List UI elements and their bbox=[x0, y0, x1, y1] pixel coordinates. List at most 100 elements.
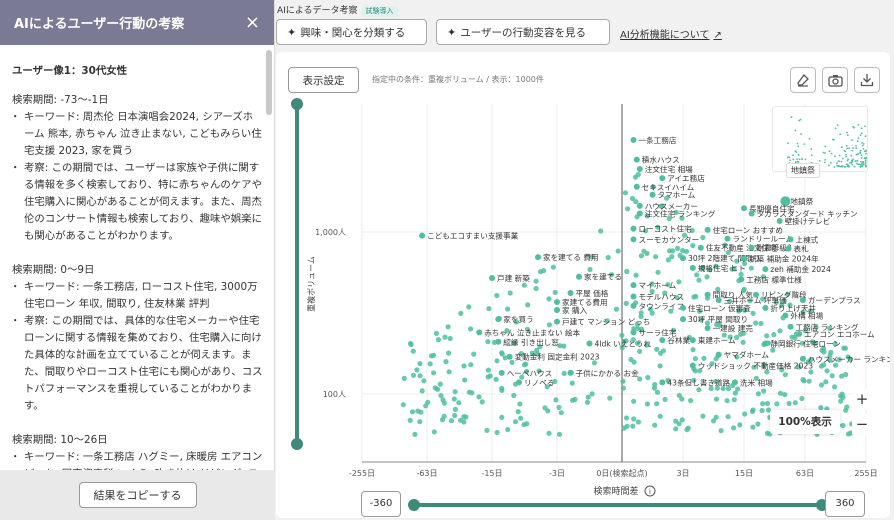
data-point[interactable] bbox=[556, 431, 563, 437]
data-point[interactable] bbox=[840, 394, 846, 400]
data-point[interactable] bbox=[749, 408, 756, 414]
data-point[interactable] bbox=[782, 392, 788, 398]
data-point[interactable] bbox=[759, 407, 765, 414]
data-point[interactable] bbox=[446, 350, 452, 356]
data-point[interactable] bbox=[493, 376, 499, 382]
data-point[interactable] bbox=[758, 320, 764, 327]
data-point[interactable] bbox=[692, 356, 698, 362]
data-point[interactable] bbox=[696, 277, 702, 283]
data-point[interactable] bbox=[619, 332, 625, 338]
data-point[interactable] bbox=[631, 398, 637, 404]
data-point[interactable] bbox=[680, 304, 686, 311]
data-point[interactable] bbox=[561, 370, 567, 376]
data-point[interactable] bbox=[624, 268, 630, 275]
about-ai-link[interactable]: AI分析機能について ↗ bbox=[620, 26, 722, 41]
time-slider-min-handle[interactable] bbox=[408, 499, 420, 511]
data-point[interactable] bbox=[567, 290, 574, 296]
data-point[interactable] bbox=[441, 400, 447, 406]
data-point[interactable] bbox=[613, 306, 620, 312]
data-point[interactable] bbox=[443, 359, 449, 365]
minimap[interactable] bbox=[772, 106, 868, 172]
data-point[interactable] bbox=[633, 183, 640, 190]
classify-interests-button[interactable]: ✦ 興味・関心を分類する bbox=[276, 19, 427, 45]
data-point[interactable] bbox=[630, 282, 637, 289]
data-point[interactable] bbox=[630, 302, 637, 309]
data-point[interactable] bbox=[701, 355, 707, 361]
data-point[interactable] bbox=[641, 248, 647, 254]
data-point[interactable] bbox=[499, 351, 505, 357]
data-point[interactable] bbox=[624, 423, 630, 429]
data-point[interactable] bbox=[476, 394, 482, 400]
data-point[interactable] bbox=[748, 210, 755, 217]
volume-slider-min-handle[interactable] bbox=[291, 438, 303, 450]
data-point[interactable] bbox=[471, 351, 477, 357]
download-button[interactable] bbox=[854, 67, 880, 93]
data-point[interactable] bbox=[841, 345, 847, 351]
data-point[interactable] bbox=[489, 275, 495, 281]
time-range-max-field[interactable]: 360 bbox=[825, 491, 865, 517]
data-point[interactable] bbox=[554, 307, 560, 313]
data-point[interactable] bbox=[521, 282, 527, 288]
data-point[interactable] bbox=[689, 337, 696, 344]
data-point[interactable] bbox=[442, 334, 448, 340]
data-point[interactable] bbox=[516, 379, 522, 386]
data-point[interactable] bbox=[704, 226, 711, 233]
data-point[interactable] bbox=[700, 234, 706, 241]
data-point[interactable] bbox=[499, 385, 505, 391]
data-point[interactable] bbox=[669, 254, 675, 260]
data-point[interactable] bbox=[630, 137, 637, 143]
data-point[interactable] bbox=[776, 218, 783, 224]
data-point[interactable] bbox=[724, 235, 731, 242]
data-point[interactable] bbox=[748, 265, 754, 271]
data-point[interactable] bbox=[535, 254, 541, 261]
data-point[interactable] bbox=[448, 418, 455, 424]
data-point[interactable] bbox=[485, 374, 491, 380]
data-point[interactable] bbox=[554, 299, 560, 305]
data-point[interactable] bbox=[675, 245, 681, 251]
data-point[interactable] bbox=[452, 406, 458, 412]
data-point[interactable] bbox=[636, 166, 643, 172]
data-point[interactable] bbox=[438, 392, 444, 399]
volume-range-slider[interactable] bbox=[295, 104, 299, 444]
data-point[interactable] bbox=[679, 396, 685, 402]
data-point[interactable] bbox=[649, 191, 656, 198]
data-point[interactable] bbox=[525, 302, 531, 308]
data-point[interactable] bbox=[623, 300, 629, 306]
data-point[interactable] bbox=[630, 225, 637, 232]
data-point[interactable] bbox=[409, 409, 416, 415]
data-point[interactable] bbox=[419, 388, 425, 394]
data-point[interactable] bbox=[521, 362, 528, 368]
data-point[interactable] bbox=[725, 414, 731, 420]
data-point[interactable] bbox=[417, 419, 423, 425]
data-point[interactable] bbox=[494, 358, 500, 364]
data-point[interactable] bbox=[635, 419, 641, 425]
data-point[interactable] bbox=[843, 407, 849, 413]
data-point[interactable] bbox=[476, 329, 483, 336]
data-point[interactable] bbox=[558, 410, 564, 416]
data-point[interactable] bbox=[623, 415, 630, 421]
data-point[interactable] bbox=[690, 347, 696, 353]
data-point[interactable] bbox=[731, 425, 737, 431]
data-point[interactable] bbox=[446, 369, 452, 375]
data-point[interactable] bbox=[689, 362, 696, 369]
data-point[interactable] bbox=[576, 273, 582, 280]
data-point[interactable] bbox=[750, 310, 756, 316]
eraser-button[interactable] bbox=[790, 67, 816, 93]
data-point[interactable] bbox=[431, 370, 437, 376]
zoom-in-button[interactable]: + bbox=[852, 389, 872, 409]
data-point[interactable] bbox=[419, 232, 426, 239]
data-point[interactable] bbox=[654, 401, 660, 407]
display-settings-button[interactable]: 表示設定 bbox=[288, 67, 359, 93]
data-point[interactable] bbox=[659, 337, 666, 344]
data-point[interactable] bbox=[774, 401, 780, 407]
data-point[interactable] bbox=[630, 236, 637, 243]
data-point[interactable] bbox=[832, 384, 838, 390]
data-point[interactable] bbox=[658, 350, 664, 356]
data-point[interactable] bbox=[829, 373, 835, 379]
data-point[interactable] bbox=[633, 156, 640, 163]
data-point[interactable] bbox=[463, 414, 469, 420]
data-point[interactable] bbox=[415, 408, 421, 414]
data-point[interactable] bbox=[494, 292, 500, 299]
data-point[interactable] bbox=[654, 346, 660, 352]
data-point[interactable] bbox=[632, 174, 639, 180]
